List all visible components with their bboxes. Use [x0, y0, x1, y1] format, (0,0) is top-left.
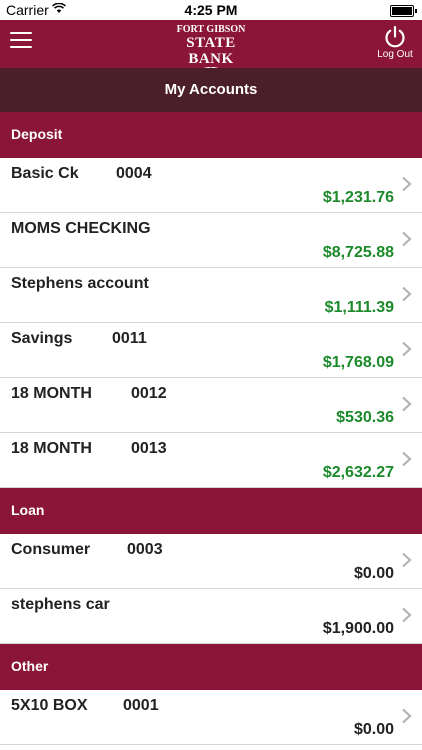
account-number: 0003 — [127, 541, 163, 558]
chevron-right-icon — [402, 451, 412, 467]
account-number: 0011 — [112, 330, 147, 347]
account-row[interactable]: Consumer 0003 $0.00 — [0, 534, 422, 589]
account-row[interactable]: MOMS CHECKING $8,725.88 — [0, 213, 422, 268]
bank-logo: FORT GIBSON STATE BANK — [167, 22, 255, 79]
logout-label: Log Out — [377, 49, 413, 60]
accounts-list: Deposit Basic Ck 0004 $1,231.76 MOMS CHE… — [0, 112, 422, 745]
account-row[interactable]: 5X10 BOX 0001 $0.00 — [0, 690, 422, 745]
account-row[interactable]: Savings 0011 $1,768.09 — [0, 323, 422, 378]
account-name: stephens car — [11, 596, 110, 613]
account-row[interactable]: 18 MONTH 0012 $530.36 — [0, 378, 422, 433]
logo-line2: STATE BANK — [186, 35, 236, 67]
account-number: 0001 — [123, 697, 159, 714]
account-name: Basic Ck — [11, 165, 79, 182]
chevron-right-icon — [402, 286, 412, 302]
chevron-right-icon — [402, 396, 412, 412]
account-balance: $8,725.88 — [322, 244, 394, 261]
account-number: 0012 — [131, 385, 167, 402]
account-name: Stephens account — [11, 275, 149, 292]
chevron-right-icon — [402, 341, 412, 357]
logo-line1: FORT GIBSON — [176, 24, 246, 35]
status-time: 4:25 PM — [184, 2, 238, 18]
account-number: 0013 — [131, 440, 167, 457]
chevron-right-icon — [402, 708, 412, 724]
section-header-deposit: Deposit — [0, 112, 422, 158]
chevron-right-icon — [402, 231, 412, 247]
account-balance: $0.00 — [353, 721, 394, 738]
section-header-loan: Loan — [0, 488, 422, 534]
status-bar: Carrier 4:25 PM — [0, 0, 422, 20]
app-header: FORT GIBSON STATE BANK Log Out — [0, 20, 422, 79]
account-name: Consumer — [11, 541, 91, 558]
account-balance: $2,632.27 — [322, 464, 394, 481]
account-name: Savings — [11, 330, 73, 347]
account-balance: $1,111.39 — [324, 299, 394, 316]
logout-button[interactable]: Log Out — [368, 22, 422, 66]
account-row[interactable]: stephens car $1,900.00 — [0, 589, 422, 644]
account-balance: $1,231.76 — [322, 189, 394, 206]
account-name: 18 MONTH — [11, 440, 92, 457]
hamburger-menu-icon[interactable] — [10, 32, 32, 50]
section-header-other: Other — [0, 644, 422, 690]
account-balance: $530.36 — [336, 409, 394, 426]
chevron-right-icon — [402, 552, 412, 568]
account-balance: $1,900.00 — [322, 620, 394, 637]
account-name: MOMS CHECKING — [11, 220, 151, 237]
account-name: 18 MONTH — [11, 385, 92, 402]
account-balance: $0.00 — [353, 565, 394, 582]
account-row[interactable]: Stephens account $1,111.39 — [0, 268, 422, 323]
power-icon — [385, 25, 405, 48]
chevron-right-icon — [402, 176, 412, 192]
chevron-right-icon — [402, 607, 412, 623]
account-number: 0004 — [116, 165, 152, 182]
battery-icon — [390, 5, 417, 17]
page-title: My Accounts — [0, 68, 422, 112]
account-row[interactable]: Basic Ck 0004 $1,231.76 — [0, 158, 422, 213]
account-row[interactable]: 18 MONTH 0013 $2,632.27 — [0, 433, 422, 488]
account-balance: $1,768.09 — [322, 354, 394, 371]
account-name: 5X10 BOX — [11, 697, 88, 714]
